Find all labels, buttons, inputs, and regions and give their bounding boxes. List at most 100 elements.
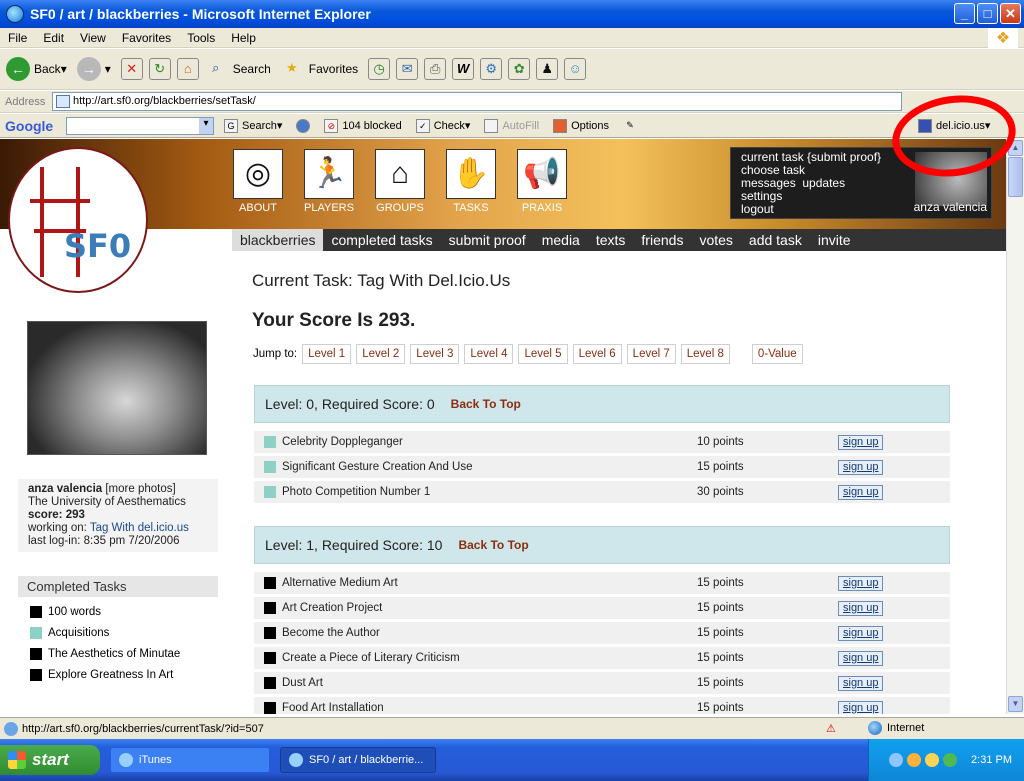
tab-media[interactable]: media xyxy=(534,229,588,251)
menu-favorites[interactable]: Favorites xyxy=(114,31,179,45)
completed-task-item[interactable]: Acquisitions xyxy=(30,627,218,639)
menu-updates[interactable]: updates xyxy=(802,176,845,190)
menu-view[interactable]: View xyxy=(72,31,114,45)
maximize-button[interactable]: □ xyxy=(977,3,998,24)
close-button[interactable]: ✕ xyxy=(1000,3,1021,24)
refresh-icon[interactable]: ↻ xyxy=(148,58,171,80)
back-to-top-link[interactable]: Back To Top xyxy=(451,397,521,411)
completed-task-item[interactable]: 100 words xyxy=(30,606,218,618)
nav-about[interactable]: ◎ ABOUT xyxy=(232,149,284,214)
profile-photo[interactable] xyxy=(27,321,207,455)
popup-blocker-button[interactable]: ⊘ 104 blocked xyxy=(324,118,402,133)
nav-players[interactable]: 🏃 PLAYERS xyxy=(303,149,355,214)
tab-texts[interactable]: texts xyxy=(588,229,634,251)
tab-blackberries[interactable]: blackberries xyxy=(232,229,324,251)
task-name[interactable]: Become the Author xyxy=(282,627,702,639)
tab-friends[interactable]: friends xyxy=(633,229,691,251)
options-button[interactable]: Options xyxy=(553,118,609,133)
jump-level-4[interactable]: Level 4 xyxy=(464,344,514,364)
sign-up-button[interactable]: sign up xyxy=(838,650,884,666)
print-icon[interactable]: ⎙ xyxy=(424,58,447,80)
task-name[interactable]: Food Art Installation xyxy=(282,702,702,714)
jump-level-7[interactable]: Level 7 xyxy=(626,344,676,364)
jump-level-8[interactable]: Level 8 xyxy=(680,344,730,364)
scrollbar-thumb[interactable] xyxy=(1008,157,1023,197)
working-on-link[interactable]: Tag With del.icio.us xyxy=(90,522,189,534)
task-name[interactable]: Create a Piece of Literary Criticism xyxy=(282,652,702,664)
pagerank-icon[interactable] xyxy=(296,118,311,133)
security-zone[interactable]: Internet xyxy=(868,721,924,735)
sign-up-button[interactable]: sign up xyxy=(838,484,884,500)
google-search-input[interactable] xyxy=(66,116,214,135)
task-name[interactable]: Photo Competition Number 1 xyxy=(282,486,702,498)
nav-groups[interactable]: ⌂ GROUPS xyxy=(374,149,426,214)
jump-level-5[interactable]: Level 5 xyxy=(518,344,568,364)
menu-help[interactable]: Help xyxy=(223,31,264,45)
tab-invite[interactable]: invite xyxy=(810,229,859,251)
clock[interactable]: 2:31 PM xyxy=(971,754,1012,766)
sf0-logo[interactable]: SF0 xyxy=(8,147,148,293)
spell-check-button[interactable]: ✓ Check ▾ xyxy=(415,118,470,133)
completed-task-item[interactable]: The Aesthetics of Minutae xyxy=(30,648,218,660)
google-logo[interactable]: Google xyxy=(0,118,66,134)
back-to-top-link[interactable]: Back To Top xyxy=(458,538,528,552)
nav-tasks[interactable]: ✋ TASKS xyxy=(445,149,497,214)
sign-up-button[interactable]: sign up xyxy=(838,434,884,450)
jump-level-2[interactable]: Level 2 xyxy=(356,344,406,364)
autofill-button[interactable]: AutoFill xyxy=(484,118,539,133)
task-name[interactable]: Significant Gesture Creation And Use xyxy=(282,461,702,473)
word-icon[interactable]: W xyxy=(452,58,475,80)
privacy-icon[interactable]: ⚠ xyxy=(826,722,836,735)
nav-praxis[interactable]: 📢 PRAXIS xyxy=(516,149,568,214)
google-search-button[interactable]: G Search ▾ xyxy=(224,118,282,133)
profile-name[interactable]: anza valencia xyxy=(28,483,102,495)
back-button[interactable]: ← Back ▾ xyxy=(6,57,67,81)
sign-up-button[interactable]: sign up xyxy=(838,575,884,591)
tab-votes[interactable]: votes xyxy=(691,229,740,251)
tray-arrow-icon[interactable] xyxy=(889,753,904,767)
jump-level-1[interactable]: Level 1 xyxy=(302,344,352,364)
tray-update-icon[interactable] xyxy=(943,753,958,767)
taskbar-item-itunes[interactable]: iTunes xyxy=(110,747,270,773)
completed-task-item[interactable]: Explore Greatness In Art xyxy=(30,669,218,681)
home-icon[interactable]: ⌂ xyxy=(176,58,199,80)
tray-network-icon[interactable] xyxy=(925,753,940,767)
sign-up-button[interactable]: sign up xyxy=(838,459,884,475)
window-title-bar[interactable]: SF0 / art / blackberries - Microsoft Int… xyxy=(0,0,1024,28)
task-name[interactable]: Art Creation Project xyxy=(282,602,702,614)
task-name[interactable]: Alternative Medium Art xyxy=(282,577,702,589)
jump-level-6[interactable]: Level 6 xyxy=(572,344,622,364)
sign-up-button[interactable]: sign up xyxy=(838,700,884,714)
tab-completed-tasks[interactable]: completed tasks xyxy=(323,229,440,251)
scroll-down-icon[interactable]: ▼ xyxy=(1008,696,1023,712)
start-button[interactable]: start xyxy=(0,745,100,775)
sign-up-button[interactable]: sign up xyxy=(838,625,884,641)
favorites-button[interactable]: ★ Favorites xyxy=(281,58,358,80)
mail-icon[interactable]: ✉ xyxy=(396,58,419,80)
jump-level-3[interactable]: Level 3 xyxy=(410,344,460,364)
task-name[interactable]: Dust Art xyxy=(282,677,702,689)
history-icon[interactable]: ◷ xyxy=(368,58,391,80)
tray-aim-icon[interactable] xyxy=(907,753,922,767)
menu-tools[interactable]: Tools xyxy=(179,31,223,45)
menu-messages[interactable]: messages xyxy=(741,176,796,190)
search-button[interactable]: ⌕ Search xyxy=(205,58,271,80)
vertical-scrollbar[interactable]: ▲ ▼ xyxy=(1006,139,1024,714)
msn-icon[interactable]: ✿ xyxy=(508,58,531,80)
aim-icon[interactable]: ♟ xyxy=(536,58,559,80)
sign-up-button[interactable]: sign up xyxy=(838,600,884,616)
stop-icon[interactable]: ✕ xyxy=(120,58,143,80)
forward-button[interactable]: → ▾ xyxy=(76,57,111,81)
address-input[interactable]: http://art.sf0.org/blackberries/setTask/ xyxy=(52,92,902,111)
jump-zero-value[interactable]: 0-Value xyxy=(751,344,803,364)
minimize-button[interactable]: _ xyxy=(954,3,975,24)
messenger-icon[interactable]: ☺ xyxy=(564,58,587,80)
highlight-icon[interactable]: ✎ xyxy=(623,119,637,133)
tab-submit-proof[interactable]: submit proof xyxy=(441,229,534,251)
tab-add-task[interactable]: add task xyxy=(741,229,810,251)
sign-up-button[interactable]: sign up xyxy=(838,675,884,691)
task-name[interactable]: Celebrity Doppleganger xyxy=(282,436,702,448)
menu-edit[interactable]: Edit xyxy=(35,31,72,45)
taskbar-item-ie[interactable]: SF0 / art / blackberrie... xyxy=(280,747,436,773)
user-name[interactable]: anza valencia xyxy=(914,201,987,214)
